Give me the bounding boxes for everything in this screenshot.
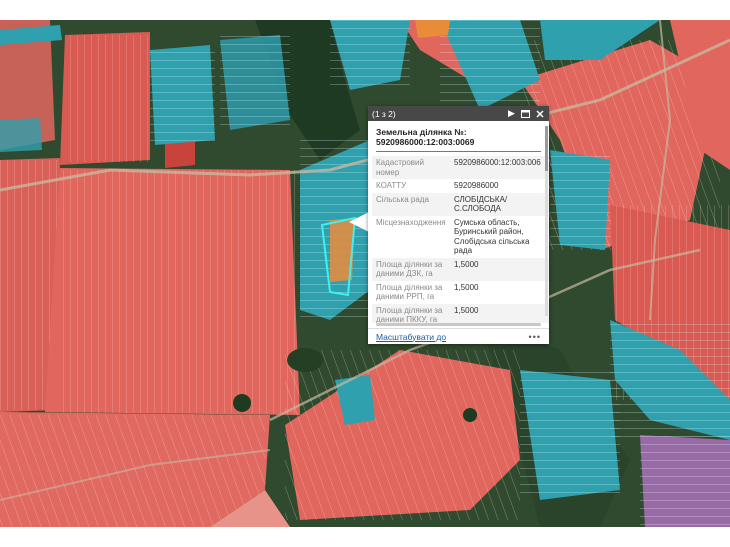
attribute-label: Площа ділянки за даними ПККУ, га [376, 305, 443, 324]
parcel-group-stripes [550, 150, 610, 250]
attribute-value: 5920986000:12:003:006 [454, 158, 541, 167]
vertical-scrollbar[interactable] [545, 126, 548, 316]
popup-pager: (1 з 2) [372, 108, 396, 119]
play-icon[interactable]: ▶ [506, 108, 517, 119]
popup-header: (1 з 2) ▶ [368, 106, 549, 121]
table-row: Площа ділянки за даними РРП, га 1,5000 [372, 281, 549, 304]
table-row: Площа ділянки за даними ПККУ, га 1,5000 [372, 303, 549, 324]
parcel-block-stripes [60, 170, 295, 413]
tree-patch [287, 348, 323, 372]
attribute-value: 1,5000 [454, 259, 479, 269]
popup-divider [376, 151, 541, 152]
maximize-icon[interactable] [520, 108, 531, 119]
table-row: Місцезнаходження Сумська область, Буринсь… [372, 216, 549, 258]
attribute-label: КОАТТУ [376, 181, 407, 190]
parcel-group-stripes [220, 35, 290, 130]
attribute-table: Кадастровий номер 5920986000:12:003:006 К… [372, 156, 549, 323]
table-row: КОАТТУ 5920986000 [372, 179, 549, 193]
parcel-group-stripes [440, 20, 540, 110]
table-row: Сільська рада СЛОБІДСЬКА/ С.СЛОБОДА [372, 192, 549, 216]
tree-patch [463, 408, 477, 422]
attribute-value: 1,5000 [454, 282, 479, 292]
parcel-block-stripes [285, 350, 520, 520]
map-view[interactable] [0, 20, 730, 527]
attribute-value: 1,5000 [454, 305, 479, 315]
feature-popup[interactable]: (1 з 2) ▶ Земельна ділянка №: 5920986000… [368, 106, 549, 344]
horizontal-scrollbar[interactable] [376, 323, 541, 326]
attribute-label: Площа ділянки за даними РРП, га [376, 282, 443, 302]
attribute-label: Кадастровий номер [376, 158, 424, 177]
close-icon[interactable] [534, 108, 545, 119]
tree-patch [233, 394, 251, 412]
popup-footer: Масштабувати до ••• [368, 328, 549, 344]
zoom-to-link[interactable]: Масштабувати до [376, 332, 446, 342]
scrollbar-thumb[interactable] [545, 126, 548, 171]
attribute-label: Площа ділянки за даними ДЗК, га [376, 259, 443, 279]
parcel-block-stripes [65, 35, 150, 162]
popup-body[interactable]: Земельна ділянка №: 5920986000:12:003:00… [368, 121, 549, 323]
parcel-group[interactable] [0, 118, 42, 152]
parcel-group-stripes [150, 45, 215, 145]
parcel-block-stripes [0, 415, 265, 527]
attribute-label: Сільська рада [376, 194, 429, 204]
attribute-value: Сумська область, Буринський район, Слобі… [454, 217, 530, 256]
popup-pointer [349, 212, 369, 232]
attribute-label: Місцезнаходження [376, 217, 446, 227]
map-canvas[interactable] [0, 20, 730, 527]
parcel-group-stripes [330, 20, 410, 90]
popup-title: Земельна ділянка №: 5920986000:12:003:00… [376, 127, 475, 147]
attribute-value: 5920986000 [454, 181, 499, 190]
more-actions-button[interactable]: ••• [529, 332, 541, 342]
parcel-group-stripes [520, 370, 620, 500]
table-row: Кадастровий номер 5920986000:12:003:006 [372, 156, 549, 179]
parcel-group-stripes [610, 320, 730, 440]
attribute-value: СЛОБІДСЬКА/ С.СЛОБОДА [454, 194, 508, 214]
parcel-purple-stripes [640, 435, 730, 527]
parcel-orange[interactable] [415, 20, 450, 38]
table-row: Площа ділянки за даними ДЗК, га 1,5000 [372, 257, 549, 281]
